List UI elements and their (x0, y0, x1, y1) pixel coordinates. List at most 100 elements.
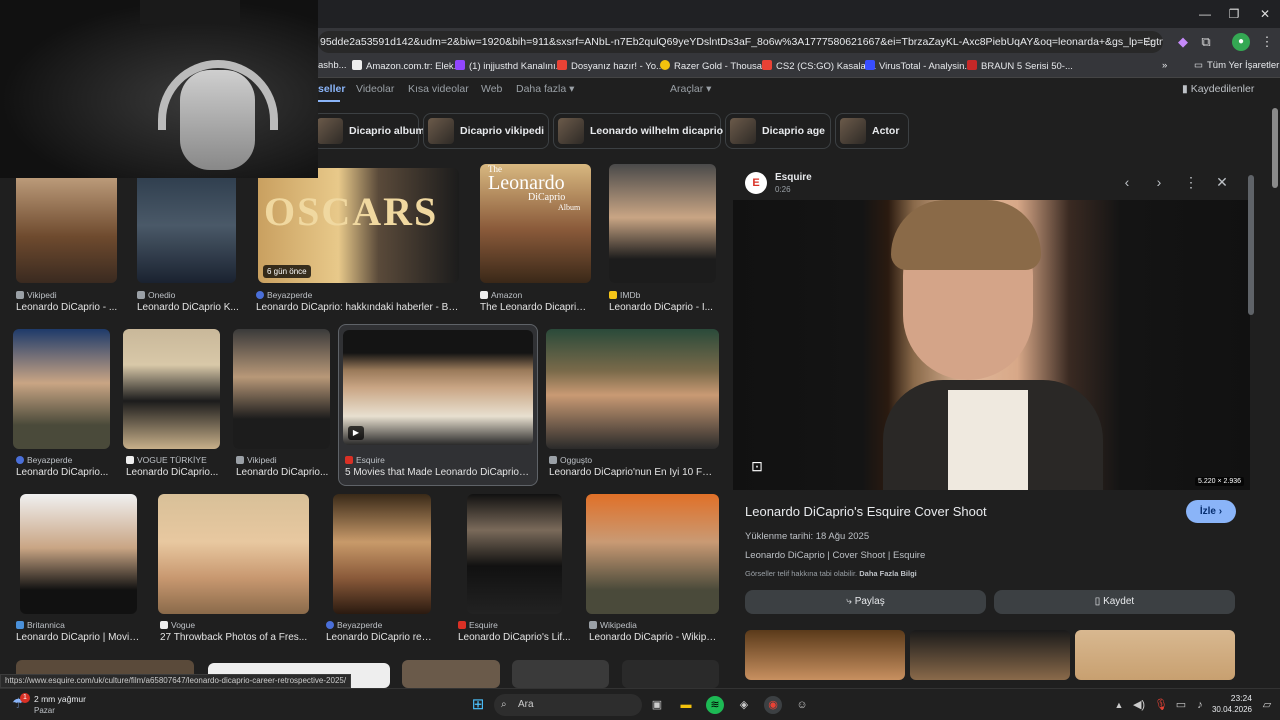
spotify-icon[interactable]: ≋ (706, 696, 724, 714)
result-title[interactable]: Leonardo DiCaprio... (236, 467, 332, 478)
previous-icon[interactable]: ‹ (1117, 172, 1137, 192)
result-title[interactable]: Leonardo DiCaprio... (16, 467, 116, 478)
result-title[interactable]: Leonardo DiCaprio resi... (326, 632, 436, 643)
tray-expand-icon[interactable]: ▲ (1110, 696, 1128, 714)
restore-button[interactable]: ❐ (1219, 4, 1249, 24)
chip-dicaprio-album[interactable]: Dicaprio album (312, 113, 425, 149)
more-options-icon[interactable]: ⋮ (1181, 172, 1201, 192)
result-title[interactable]: Leonardo DiCaprio'nun En İyi 10 Fil... (549, 467, 714, 478)
related-image[interactable] (910, 630, 1070, 680)
more-info-link[interactable]: Daha Fazla Bilgi (859, 569, 917, 578)
chrome-icon[interactable]: ◉ (764, 696, 782, 714)
chip-dicaprio-vikipedi[interactable]: Dicaprio vikipedi (423, 113, 549, 149)
result-title[interactable]: Leonardo DiCaprio K... (137, 302, 239, 313)
mic-icon[interactable]: 🎙 (1152, 696, 1170, 714)
share-button[interactable]: ⤷ Paylaş (745, 590, 986, 614)
result-image[interactable] (546, 329, 719, 449)
audio-tray-icon[interactable]: ◀) (1130, 696, 1148, 714)
minimize-button[interactable]: — (1190, 4, 1220, 24)
result-image[interactable]: OSCARS 6 gün önce (258, 168, 459, 283)
result-title[interactable]: The Leonardo Dicaprio ... (480, 302, 591, 313)
result-image[interactable] (233, 329, 330, 449)
result-title[interactable]: Leonardo DiCaprio - Wikipe... (589, 632, 719, 643)
bookmark-item[interactable]: VirusTotal - Analysin... (865, 60, 972, 72)
tab-web[interactable]: Web (481, 83, 502, 95)
tab-short-videos[interactable]: Kısa videolar (408, 83, 469, 95)
discord-icon[interactable]: ☺ (793, 696, 811, 714)
result-image[interactable] (402, 660, 500, 688)
taskbar-search[interactable]: ⌕ Ara (494, 694, 642, 716)
saved-link[interactable]: ▮ Kaydedilenler (1182, 83, 1254, 95)
result-title[interactable]: Leonardo DiCaprio's Lif... (458, 632, 573, 643)
result-image[interactable] (586, 494, 719, 614)
selected-result[interactable]: ▶ Esquire 5 Movies that Made Leonardo Di… (338, 324, 538, 486)
result-image[interactable] (16, 168, 117, 283)
panel-scrollbar[interactable] (1248, 175, 1254, 315)
url-field[interactable]: 95dde2a53591d142&udm=2&biw=1920&bih=911&… (318, 31, 1163, 53)
result-image[interactable] (123, 329, 220, 449)
chip-dicaprio-age[interactable]: Dicaprio age (725, 113, 831, 149)
chip-actor[interactable]: Actor (835, 113, 909, 149)
tools-dropdown[interactable]: Araçlar ▾ (670, 83, 711, 95)
watch-button[interactable]: İzle › (1186, 500, 1236, 523)
lens-icon[interactable]: ⊡ (747, 458, 767, 476)
bookmark-item[interactable]: ashb... (318, 60, 347, 71)
related-image[interactable] (745, 630, 905, 680)
result-image[interactable]: The Leonardo DiCaprio Album (480, 164, 591, 283)
bookmark-item[interactable]: Amazon.com.tr: Elek... (352, 60, 462, 72)
weather-temp[interactable]: 2 mm yağmur (34, 694, 86, 704)
tab-images[interactable]: seller (318, 83, 345, 95)
panel-source[interactable]: Esquire (775, 172, 812, 183)
result-image[interactable]: ▶ (343, 330, 533, 445)
bookmark-item[interactable]: CS2 (CS:GO) Kasalar... (762, 60, 876, 72)
save-button[interactable]: ▯ Kaydet (994, 590, 1235, 614)
panel-title[interactable]: Leonardo DiCaprio's Esquire Cover Shoot (745, 504, 987, 519)
bookmark-item[interactable]: (1) injjusthd Kanalını... (455, 60, 564, 72)
page-scrollbar[interactable] (1270, 100, 1280, 680)
result-source: Vikipedi (236, 455, 277, 465)
notifications-icon[interactable]: ▱ (1258, 696, 1276, 714)
result-title[interactable]: Leonardo DiCaprio | Movie... (16, 632, 141, 643)
result-title[interactable]: Leonardo DiCaprio... (126, 467, 226, 478)
menu-dots-icon[interactable]: ⋮ (1258, 33, 1276, 51)
tab-videos[interactable]: Videolar (356, 83, 394, 95)
clock-time[interactable]: 23:24 (1212, 693, 1252, 703)
clock-date[interactable]: 30.04.2026 (1206, 705, 1252, 714)
result-image[interactable] (467, 494, 562, 614)
close-window-button[interactable]: ✕ (1250, 4, 1280, 24)
result-source: Esquire (345, 455, 385, 465)
result-image[interactable] (137, 168, 236, 283)
preview-image[interactable]: ⊡ 5.220 × 2.936 (733, 200, 1250, 490)
network-icon[interactable]: ▭ (1172, 696, 1190, 714)
tab-more[interactable]: Daha fazla ▾ (516, 83, 574, 95)
start-icon[interactable]: ⊞ (469, 696, 487, 714)
bookmark-item[interactable]: BRAUN 5 Serisi 50-... (967, 60, 1073, 72)
bookmark-item[interactable]: Razer Gold - Thousa... (660, 60, 770, 72)
chip-leonardo-wilhelm[interactable]: Leonardo wilhelm dicaprio (553, 113, 723, 149)
file-explorer-icon[interactable]: ▬ (677, 696, 695, 714)
close-icon[interactable]: ✕ (1212, 172, 1232, 192)
related-image[interactable] (1075, 630, 1235, 680)
result-image[interactable] (622, 660, 719, 688)
result-image[interactable] (609, 164, 716, 283)
star-bookmark-icon[interactable]: ☆ (1140, 33, 1158, 51)
result-image[interactable] (13, 329, 110, 449)
result-image[interactable] (158, 494, 309, 614)
more-bookmarks-icon[interactable]: » (1162, 60, 1167, 71)
result-title[interactable]: 27 Throwback Photos of a Fres... (160, 632, 308, 643)
result-title[interactable]: Leonardo DiCaprio: hakkındaki haberler -… (256, 302, 462, 313)
result-image[interactable] (20, 494, 137, 614)
result-title[interactable]: 5 Movies that Made Leonardo DiCaprio ... (345, 467, 530, 478)
result-image[interactable] (512, 660, 609, 688)
all-bookmarks[interactable]: ▭ Tüm Yer İşaretleri (1194, 60, 1280, 71)
result-image[interactable] (333, 494, 431, 614)
result-title[interactable]: Leonardo DiCaprio - ... (16, 302, 120, 313)
profile-avatar[interactable]: ● (1232, 33, 1250, 51)
next-icon[interactable]: › (1149, 172, 1169, 192)
extension-icon[interactable]: ◆ (1174, 33, 1192, 51)
extensions-puzzle-icon[interactable]: ⧉ (1197, 33, 1215, 51)
bookmark-item[interactable]: Dosyanız hazır! - Yo... (557, 60, 664, 72)
result-title[interactable]: Leonardo DiCaprio - I... (609, 302, 716, 313)
task-view-icon[interactable]: ▣ (648, 696, 666, 714)
steam-icon[interactable]: ◈ (735, 696, 753, 714)
